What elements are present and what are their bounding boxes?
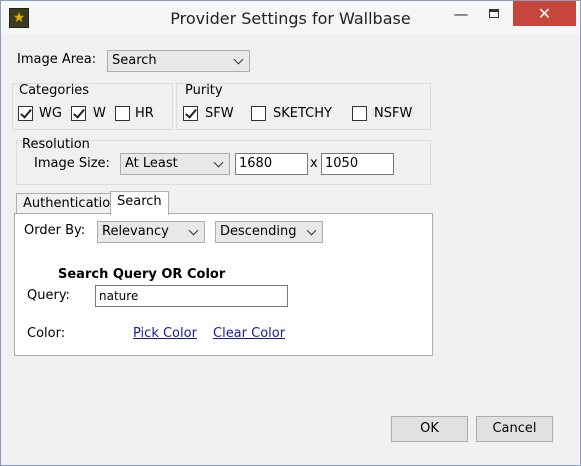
- image-area-select[interactable]: Search: [107, 50, 250, 72]
- sort-direction-value: Descending: [220, 224, 297, 239]
- category-w-label: W: [93, 106, 106, 121]
- search-query-or-color-title: Search Query OR Color: [58, 267, 226, 282]
- purity-title: Purity: [185, 83, 223, 98]
- category-hr-label: HR: [135, 106, 154, 121]
- category-wg-label: WG: [39, 106, 62, 121]
- close-button[interactable]: ✕: [513, 1, 576, 26]
- image-area-value: Search: [112, 53, 157, 68]
- query-label: Query:: [27, 288, 70, 303]
- title-bar[interactable]: ★ Provider Settings for Wallbase — ✕: [1, 1, 580, 35]
- resolution-title: Resolution: [22, 137, 90, 152]
- order-by-value: Relevancy: [102, 224, 169, 239]
- order-by-label: Order By:: [24, 223, 86, 238]
- category-hr-checkbox[interactable]: [115, 106, 130, 121]
- maximize-button[interactable]: [479, 1, 509, 26]
- category-wg-checkbox[interactable]: [18, 106, 33, 121]
- minimize-button[interactable]: —: [446, 1, 476, 26]
- resolution-separator: x: [310, 156, 318, 171]
- chevron-down-icon: [234, 55, 244, 65]
- cancel-button[interactable]: Cancel: [476, 416, 553, 442]
- resolution-width-input[interactable]: 1680: [235, 153, 308, 175]
- clear-color-link[interactable]: Clear Color: [213, 326, 285, 341]
- purity-sketchy-label: SKETCHY: [273, 106, 332, 121]
- purity-sketchy-checkbox[interactable]: [251, 106, 266, 121]
- purity-nsfw-label: NSFW: [374, 106, 413, 121]
- tab-search[interactable]: Search: [110, 191, 169, 215]
- category-w-checkbox[interactable]: [71, 106, 86, 121]
- chevron-down-icon: [307, 226, 317, 236]
- chevron-down-icon: [214, 158, 224, 168]
- minimize-icon: —: [453, 4, 469, 23]
- purity-sfw-checkbox[interactable]: [183, 106, 198, 121]
- maximize-icon: [489, 9, 499, 18]
- image-size-mode-value: At Least: [125, 156, 178, 171]
- close-icon: ✕: [537, 4, 552, 23]
- order-by-select[interactable]: Relevancy: [97, 221, 205, 243]
- provider-settings-window: ★ Provider Settings for Wallbase — ✕ Ima…: [0, 0, 581, 466]
- image-size-label: Image Size:: [34, 156, 110, 171]
- chevron-down-icon: [189, 226, 199, 236]
- image-size-mode-select[interactable]: At Least: [120, 153, 230, 175]
- query-input[interactable]: nature: [95, 285, 288, 307]
- purity-sfw-label: SFW: [205, 106, 234, 121]
- sort-direction-select[interactable]: Descending: [215, 221, 323, 243]
- image-area-label: Image Area:: [17, 52, 97, 67]
- pick-color-link[interactable]: Pick Color: [133, 326, 197, 341]
- purity-nsfw-checkbox[interactable]: [352, 106, 367, 121]
- resolution-height-input[interactable]: 1050: [321, 153, 394, 175]
- categories-title: Categories: [19, 83, 90, 98]
- ok-button[interactable]: OK: [391, 416, 468, 442]
- color-label: Color:: [27, 326, 66, 341]
- dialog-client-area: Image Area: Search Categories WG W HR Pu…: [8, 36, 574, 460]
